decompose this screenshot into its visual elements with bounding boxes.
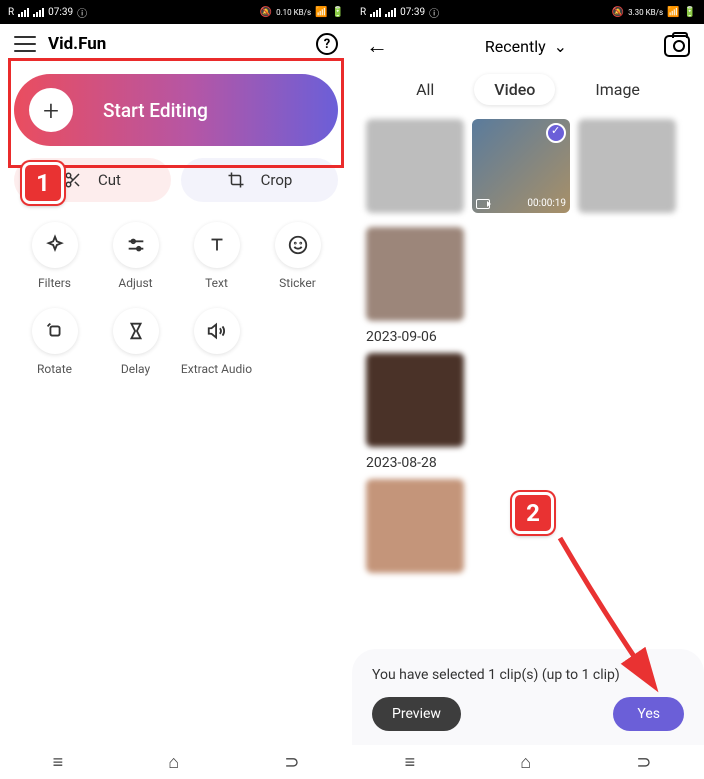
tool-label: Text (205, 276, 228, 290)
app-header: Vid.Fun ? (0, 24, 352, 64)
carrier: R (8, 7, 14, 18)
plus-icon: + (29, 88, 73, 132)
callout-1: 1 (22, 162, 64, 204)
checkmark-icon (546, 123, 566, 143)
back-nav-icon[interactable]: ⊃ (284, 752, 299, 773)
status-bar: R 07:39 ⓘ 🔕 3.30 KB/s 📶 🔋 (352, 0, 704, 24)
back-nav-icon[interactable]: ⊃ (636, 752, 651, 773)
video-icon (476, 199, 490, 209)
filters-tool[interactable]: Filters (14, 222, 95, 290)
video-thumb[interactable] (366, 479, 464, 573)
home-icon[interactable]: ⌂ (520, 752, 531, 773)
cut-label: Cut (98, 171, 121, 189)
crop-icon (227, 171, 245, 189)
crop-label: Crop (261, 171, 293, 189)
wifi-icon: 📶 (667, 7, 679, 18)
camera-icon[interactable] (664, 35, 690, 57)
recent-icon[interactable]: ≡ (53, 752, 64, 773)
data-rate: 0.10 KB/s (276, 8, 311, 17)
duration-overlay: 00:00:19 (476, 198, 566, 209)
system-navbar: ≡ ⌂ ⊃ (0, 745, 352, 779)
sparkle-icon (44, 234, 66, 256)
data-rate: 3.30 KB/s (628, 8, 663, 17)
status-bar: R 07:39 ⓘ 🔕 0.10 KB/s 📶 🔋 (0, 0, 352, 24)
sliders-icon (125, 234, 147, 256)
sticker-tool[interactable]: Sticker (257, 222, 338, 290)
rotate-icon (44, 320, 66, 342)
tool-label: Rotate (37, 362, 72, 376)
dnd-icon: 🔕 (612, 7, 624, 18)
screen-picker: R 07:39 ⓘ 🔕 3.30 KB/s 📶 🔋 ← Recently ⌄ A… (352, 0, 704, 779)
sort-dropdown[interactable]: Recently ⌄ (485, 37, 567, 56)
smile-icon (287, 234, 309, 256)
tool-label: Delay (121, 362, 150, 376)
signal-icon-2 (33, 8, 44, 17)
preview-button[interactable]: Preview (372, 697, 461, 731)
yes-button[interactable]: Yes (613, 697, 684, 731)
delay-tool[interactable]: Delay (95, 308, 176, 376)
back-button[interactable]: ← (366, 33, 388, 59)
menu-icon[interactable] (14, 36, 36, 52)
dnd-icon: 🔕 (260, 7, 272, 18)
text-icon (206, 234, 228, 256)
tab-image[interactable]: Image (575, 74, 660, 105)
carrier: R (360, 7, 366, 18)
start-label: Start Editing (103, 99, 208, 122)
signal-icon (370, 8, 381, 17)
screen-home: R 07:39 ⓘ 🔕 0.10 KB/s 📶 🔋 Vid.Fun ? + St… (0, 0, 352, 779)
callout-2: 2 (512, 492, 554, 534)
recent-icon[interactable]: ≡ (405, 752, 416, 773)
video-thumb-selected[interactable]: 00:00:19 (472, 119, 570, 213)
system-navbar: ≡ ⌂ ⊃ (352, 745, 704, 779)
help-icon[interactable]: ? (316, 33, 338, 55)
tool-label: Sticker (279, 276, 316, 290)
tool-label: Filters (38, 276, 71, 290)
selection-text: You have selected 1 clip(s) (up to 1 cli… (372, 667, 684, 683)
video-thumb[interactable] (578, 119, 676, 213)
signal-icon (18, 8, 29, 17)
chevron-down-icon: ⌄ (554, 37, 567, 56)
video-thumb[interactable] (366, 227, 464, 321)
tool-label: Adjust (118, 276, 152, 290)
clock: 07:39 (400, 7, 425, 18)
sort-label: Recently (485, 37, 546, 56)
video-thumb[interactable] (366, 119, 464, 213)
selection-sheet: You have selected 1 clip(s) (up to 1 cli… (352, 649, 704, 745)
home-icon[interactable]: ⌂ (168, 752, 179, 773)
extract-audio-tool[interactable]: Extract Audio (176, 308, 257, 376)
tab-video[interactable]: Video (474, 74, 555, 105)
start-editing-button[interactable]: + Start Editing (14, 74, 338, 146)
text-tool[interactable]: Text (176, 222, 257, 290)
battery-icon: 🔋 (332, 7, 344, 18)
signal-icon-2 (385, 8, 396, 17)
crop-button[interactable]: Crop (181, 158, 338, 202)
video-thumb[interactable] (366, 353, 464, 447)
clock: 07:39 (48, 7, 73, 18)
rotate-tool[interactable]: Rotate (14, 308, 95, 376)
date-header: 2023-09-06 (366, 329, 690, 345)
scissors-icon (64, 171, 82, 189)
app-title: Vid.Fun (48, 34, 106, 54)
tab-all[interactable]: All (396, 74, 454, 105)
date-header: 2023-08-28 (366, 455, 690, 471)
info-icon: ⓘ (429, 5, 439, 20)
adjust-tool[interactable]: Adjust (95, 222, 176, 290)
hourglass-icon (125, 320, 147, 342)
wifi-icon: 📶 (315, 7, 327, 18)
tool-label: Extract Audio (181, 362, 252, 376)
speaker-icon (206, 320, 228, 342)
info-icon: ⓘ (77, 5, 87, 20)
battery-icon: 🔋 (684, 7, 696, 18)
